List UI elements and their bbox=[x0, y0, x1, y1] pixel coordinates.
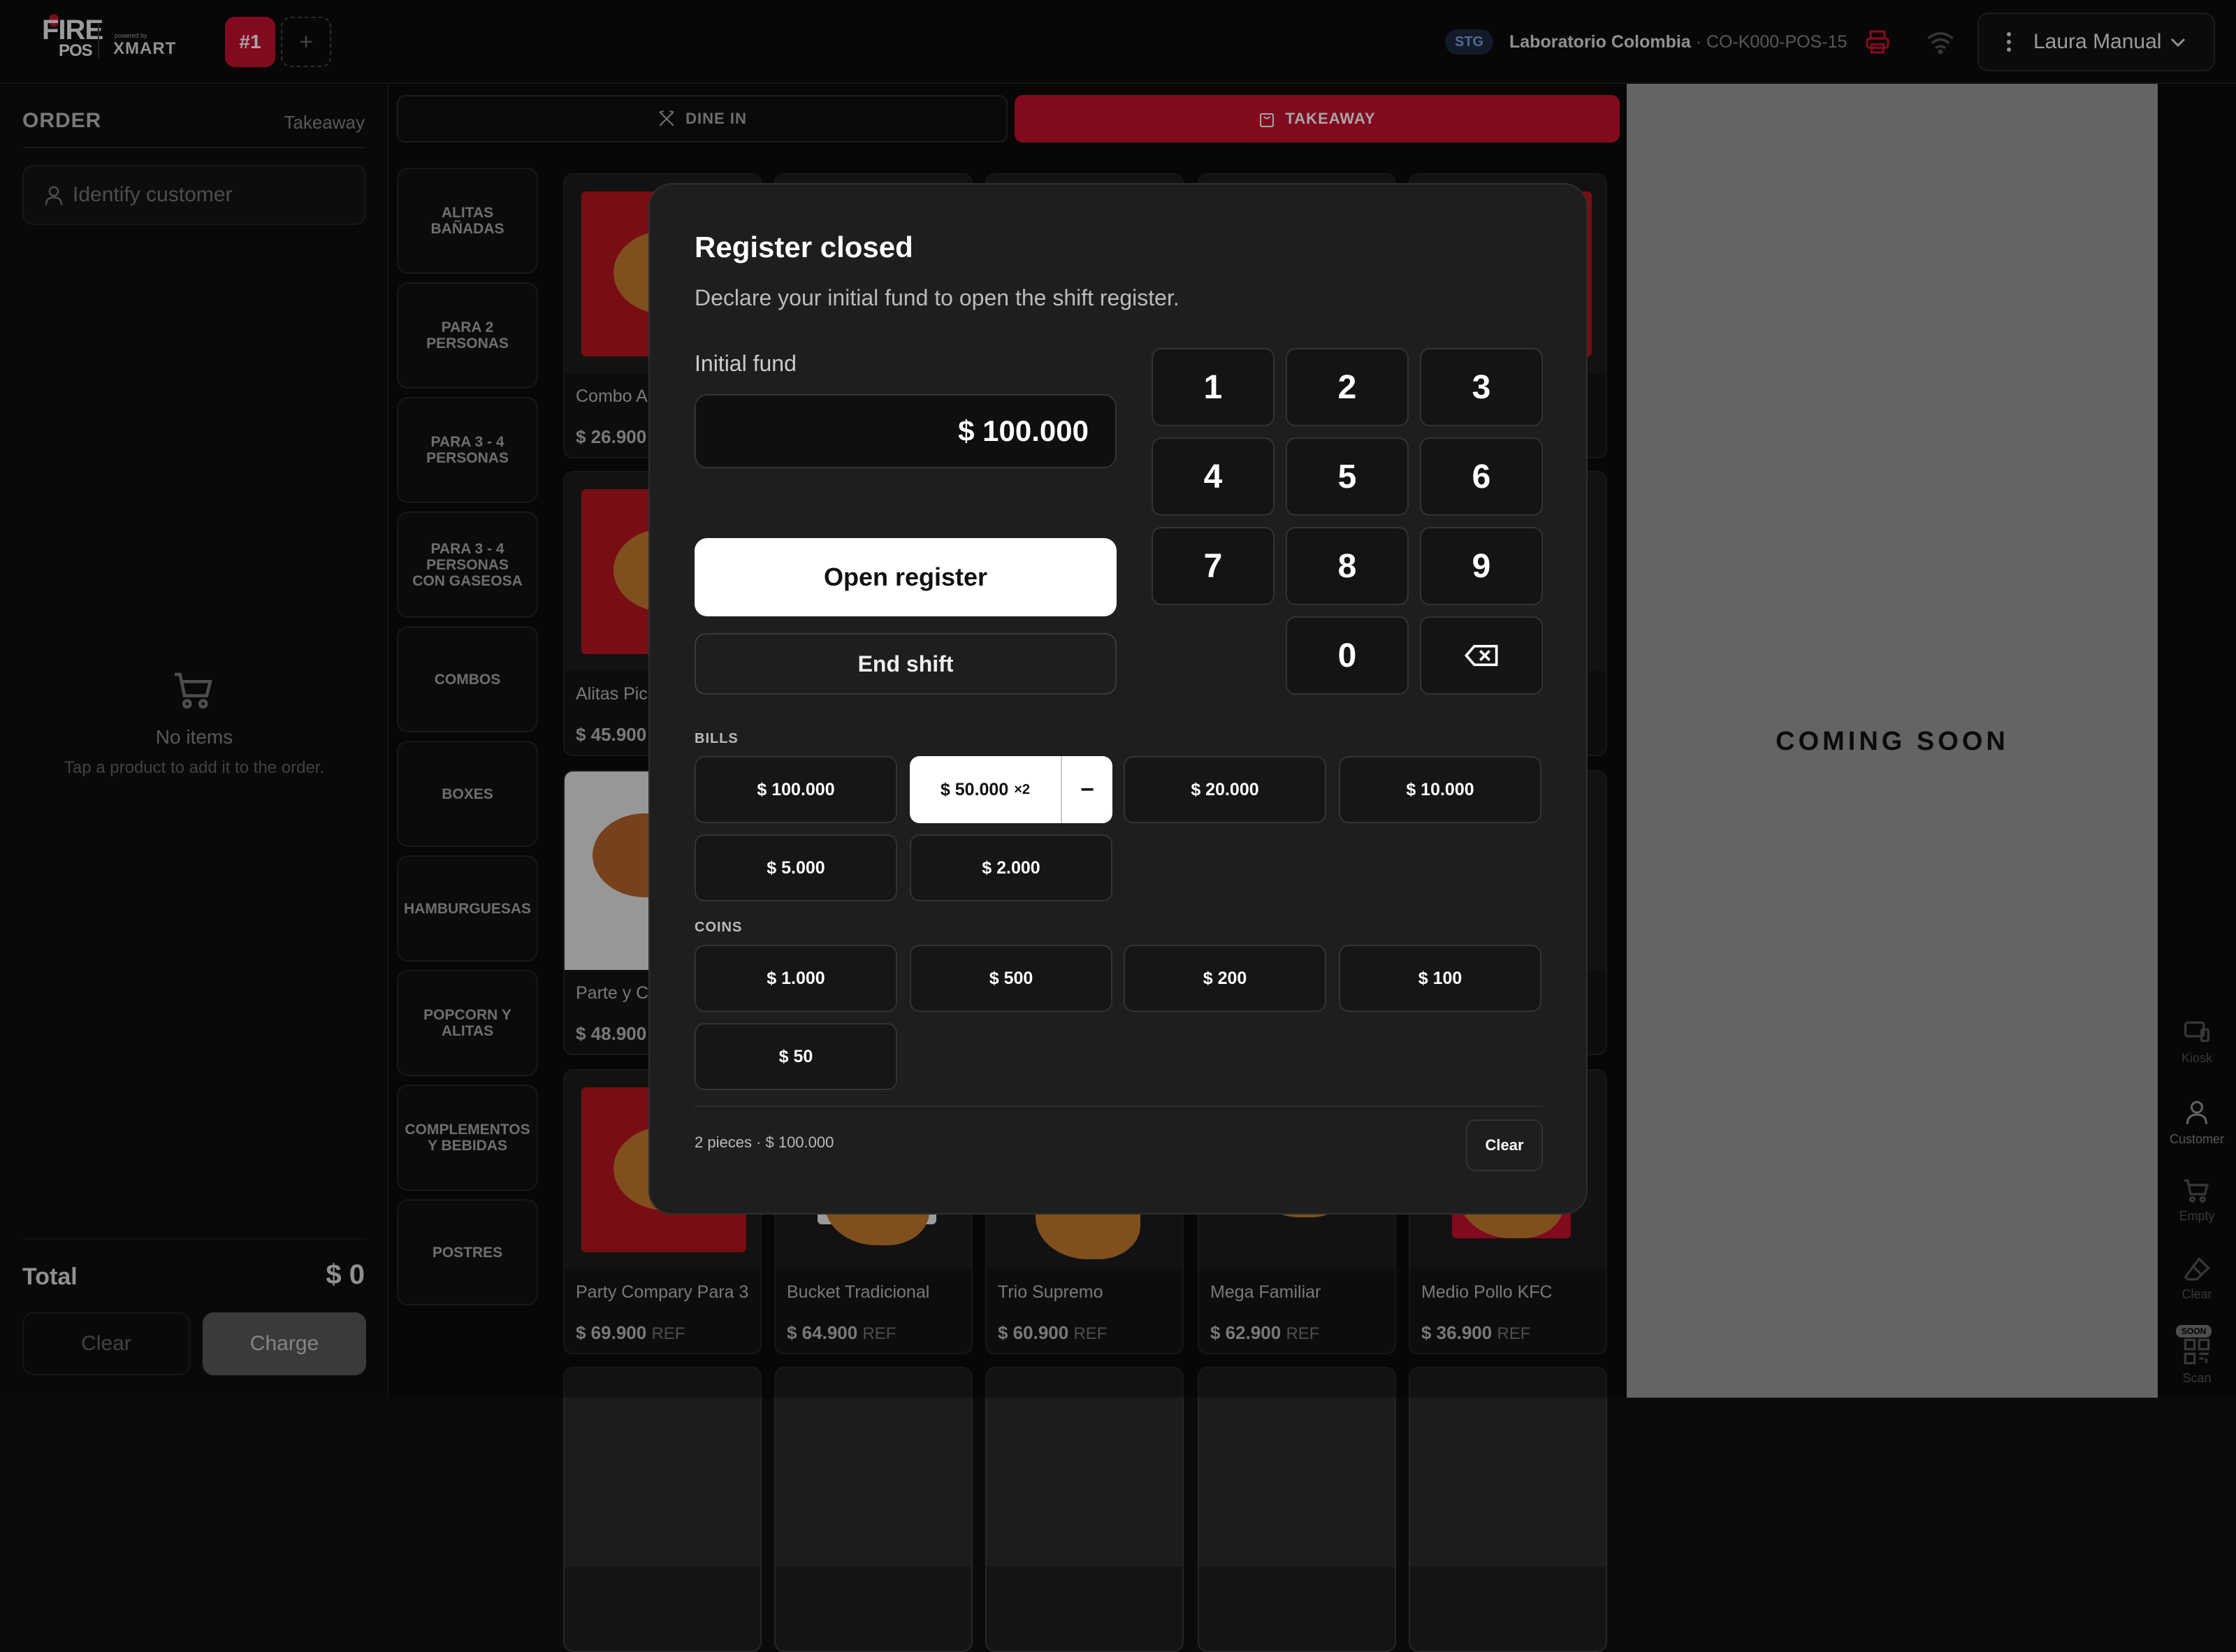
divider bbox=[695, 1106, 1543, 1107]
open-register-button[interactable]: Open register bbox=[695, 538, 1117, 616]
keypad-key-2[interactable]: 2 bbox=[1286, 348, 1409, 426]
bill-button[interactable]: $ 100.000 bbox=[695, 756, 897, 823]
coin-button[interactable]: $ 1.000 bbox=[695, 945, 897, 1012]
product-card[interactable] bbox=[1409, 1367, 1607, 1652]
product-image bbox=[565, 1368, 760, 1567]
keypad-key-8[interactable]: 8 bbox=[1286, 527, 1409, 605]
keypad-key-1[interactable]: 1 bbox=[1152, 348, 1275, 426]
bill-button[interactable]: $ 10.000 bbox=[1339, 756, 1541, 823]
keypad-key-5[interactable]: 5 bbox=[1286, 437, 1409, 516]
product-card[interactable] bbox=[1198, 1367, 1396, 1652]
clear-denominations-button[interactable]: Clear bbox=[1466, 1120, 1543, 1171]
remove-bill-button[interactable]: − bbox=[1062, 756, 1112, 823]
coins-section-label: COINS bbox=[695, 920, 743, 935]
product-image bbox=[987, 1368, 1182, 1567]
bill-button-selected[interactable]: $ 50.000 ×2 − bbox=[910, 756, 1112, 823]
product-card[interactable] bbox=[774, 1367, 973, 1652]
end-shift-button[interactable]: End shift bbox=[695, 633, 1117, 695]
bill-button[interactable]: $ 20.000 bbox=[1124, 756, 1326, 823]
keypad-key-3[interactable]: 3 bbox=[1420, 348, 1543, 426]
bill-count: ×2 bbox=[1014, 781, 1031, 797]
coin-button[interactable]: $ 200 bbox=[1124, 945, 1326, 1012]
register-closed-dialog: Register closed Declare your initial fun… bbox=[648, 183, 1588, 1215]
pieces-summary: 2 pieces · $ 100.000 bbox=[695, 1133, 834, 1151]
bills-section-label: BILLS bbox=[695, 731, 739, 746]
keypad-key-7[interactable]: 7 bbox=[1152, 527, 1275, 605]
coin-button[interactable]: $ 500 bbox=[910, 945, 1112, 1012]
initial-fund-field[interactable]: $ 100.000 bbox=[695, 394, 1117, 468]
product-card[interactable] bbox=[563, 1367, 762, 1652]
bill-button[interactable]: $ 5.000 bbox=[695, 834, 897, 901]
coin-button[interactable]: $ 100 bbox=[1339, 945, 1541, 1012]
keypad-key-4[interactable]: 4 bbox=[1152, 437, 1275, 516]
initial-fund-label: Initial fund bbox=[695, 351, 797, 376]
product-image bbox=[1410, 1368, 1606, 1567]
keypad-key-6[interactable]: 6 bbox=[1420, 437, 1543, 516]
bill-selected-label: $ 50.000 ×2 bbox=[910, 756, 1061, 823]
backspace-icon bbox=[1464, 644, 1498, 667]
bill-button[interactable]: $ 2.000 bbox=[910, 834, 1112, 901]
keypad-key-0[interactable]: 0 bbox=[1286, 616, 1409, 695]
keypad-backspace-button[interactable] bbox=[1420, 616, 1543, 695]
dialog-subtitle: Declare your initial fund to open the sh… bbox=[695, 285, 1179, 310]
product-card[interactable] bbox=[985, 1367, 1184, 1652]
product-image bbox=[776, 1368, 971, 1567]
keypad-key-9[interactable]: 9 bbox=[1420, 527, 1543, 605]
bill-value: $ 50.000 bbox=[940, 779, 1009, 799]
product-image bbox=[1199, 1368, 1395, 1567]
dialog-title: Register closed bbox=[695, 231, 913, 263]
coin-button[interactable]: $ 50 bbox=[695, 1023, 897, 1090]
